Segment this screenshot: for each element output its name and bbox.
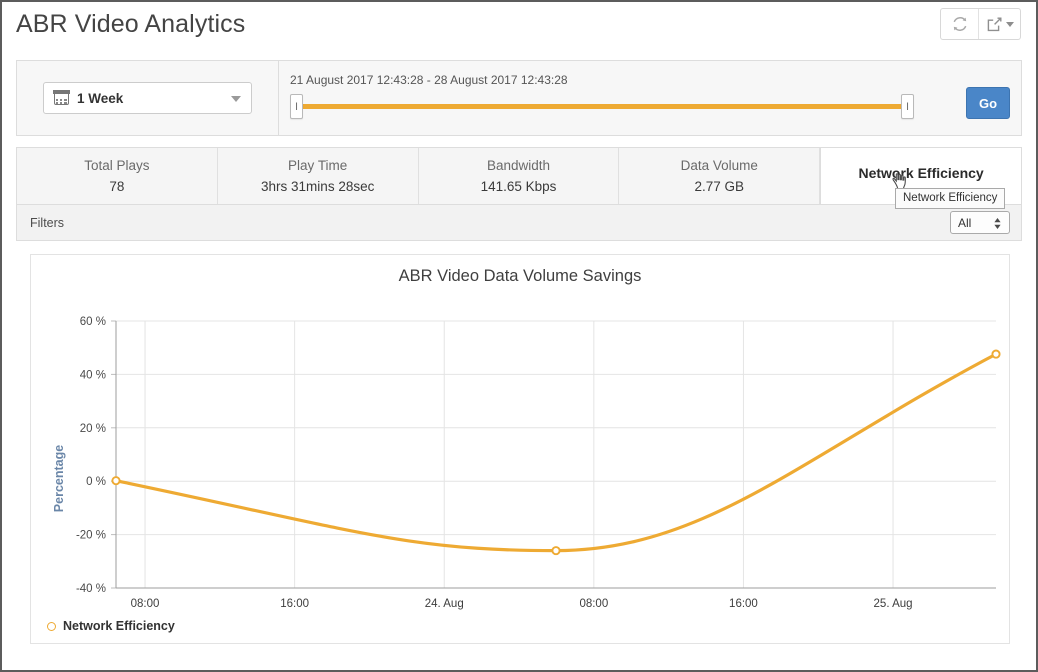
period-dropdown[interactable]: 1 Week bbox=[43, 82, 252, 114]
filters-label: Filters bbox=[30, 216, 65, 230]
svg-text:0 %: 0 % bbox=[86, 476, 106, 488]
time-selector-panel: 1 Week 21 August 2017 12:43:28 - 28 Augu… bbox=[16, 60, 1022, 136]
period-dropdown-value: 1 Week bbox=[77, 90, 124, 106]
chevron-down-icon bbox=[231, 96, 241, 102]
slider-track[interactable] bbox=[296, 104, 908, 109]
svg-text:20 %: 20 % bbox=[80, 423, 106, 435]
kpi-value: 2.77 GB bbox=[694, 179, 745, 194]
page-title: ABR Video Analytics bbox=[16, 10, 246, 38]
refresh-button[interactable] bbox=[941, 9, 978, 39]
svg-text:-40 %: -40 % bbox=[76, 583, 106, 595]
date-range-text: 21 August 2017 12:43:28 - 28 August 2017… bbox=[290, 73, 568, 87]
svg-text:08:00: 08:00 bbox=[131, 598, 160, 610]
kpi-tab-bar: Total Plays 78 Play Time 3hrs 31mins 28s… bbox=[16, 147, 1022, 205]
spinner-arrows-icon bbox=[994, 218, 1001, 229]
calendar-icon bbox=[53, 90, 70, 105]
line-chart: 60 % 40 % 20 % 0 % -20 % -40 % 08:00 16:00 24. A… bbox=[52, 316, 1001, 610]
slider-handle-start[interactable]: I bbox=[290, 94, 303, 119]
svg-text:16:00: 16:00 bbox=[729, 598, 758, 610]
export-icon bbox=[987, 17, 1001, 31]
refresh-icon bbox=[953, 17, 966, 31]
kpi-label: Play Time bbox=[288, 158, 348, 173]
svg-text:40 %: 40 % bbox=[80, 369, 106, 381]
tab-play-time[interactable]: Play Time 3hrs 31mins 28sec bbox=[217, 148, 419, 204]
filters-bar: Filters All bbox=[16, 205, 1022, 241]
kpi-value: 3hrs 31mins 28sec bbox=[261, 179, 375, 194]
export-button[interactable] bbox=[978, 9, 1020, 39]
range-slider-cell: 21 August 2017 12:43:28 - 28 August 2017… bbox=[279, 61, 1021, 135]
kpi-value: 78 bbox=[109, 179, 125, 194]
app-window: ABR Video Analytics 1 Week 21 August 201… bbox=[0, 0, 1038, 672]
chevron-down-icon bbox=[1005, 21, 1014, 27]
page-header: ABR Video Analytics bbox=[2, 2, 1036, 54]
kpi-label: Bandwidth bbox=[486, 158, 551, 173]
chart-card: ABR Video Data Volume Savings 60 % 40 % 20… bbox=[30, 254, 1010, 644]
period-selector-cell: 1 Week bbox=[17, 61, 279, 135]
tab-data-volume[interactable]: Data Volume 2.77 GB bbox=[619, 148, 821, 204]
header-actions bbox=[940, 8, 1021, 40]
kpi-label: Data Volume bbox=[680, 158, 758, 173]
kpi-label: Network Efficiency bbox=[858, 165, 984, 181]
tab-total-plays[interactable]: Total Plays 78 bbox=[17, 148, 218, 204]
svg-text:24. Aug: 24. Aug bbox=[425, 598, 464, 610]
svg-text:16:00: 16:00 bbox=[280, 598, 309, 610]
time-range-slider[interactable]: I I bbox=[290, 94, 915, 120]
kpi-label: Total Plays bbox=[84, 158, 150, 173]
filter-select[interactable]: All bbox=[950, 211, 1010, 234]
legend-marker-icon bbox=[47, 621, 56, 631]
svg-text:-20 %: -20 % bbox=[76, 530, 106, 542]
chart-legend[interactable]: Network Efficiency bbox=[47, 619, 175, 633]
tab-bandwidth[interactable]: Bandwidth 141.65 Kbps bbox=[418, 148, 620, 204]
kpi-value: 141.65 Kbps bbox=[480, 179, 557, 194]
legend-label: Network Efficiency bbox=[63, 619, 175, 633]
svg-text:60 %: 60 % bbox=[80, 316, 106, 328]
slider-handle-end[interactable]: I bbox=[901, 94, 914, 119]
go-button[interactable]: Go bbox=[966, 87, 1010, 119]
svg-text:25. Aug: 25. Aug bbox=[874, 598, 913, 610]
filter-select-value: All bbox=[958, 216, 972, 230]
svg-text:08:00: 08:00 bbox=[579, 598, 608, 610]
tooltip: Network Efficiency bbox=[895, 188, 1006, 209]
svg-text:Percentage: Percentage bbox=[52, 445, 66, 512]
